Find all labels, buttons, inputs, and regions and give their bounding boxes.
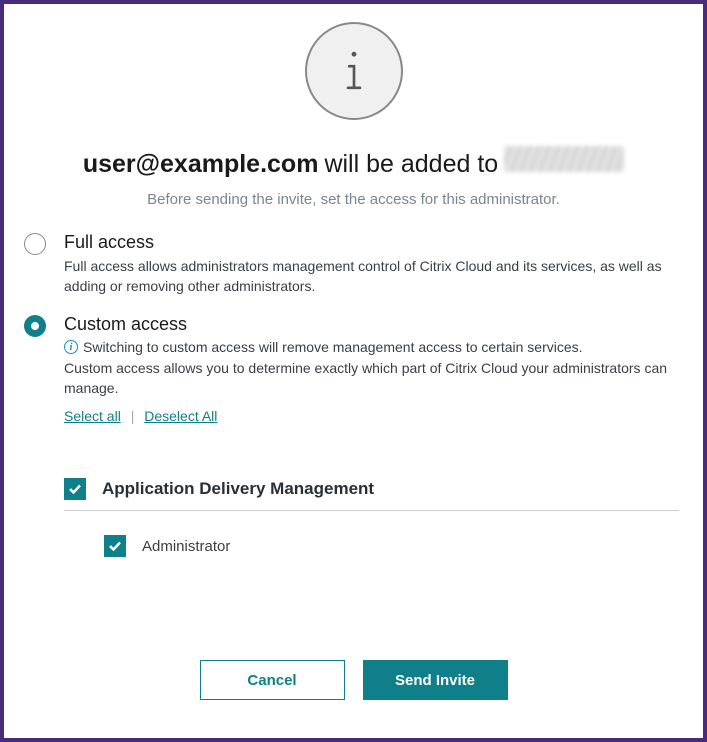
full-access-title: Full access (64, 232, 683, 253)
cancel-button[interactable]: Cancel (200, 660, 345, 700)
dialog-header: user@example.com will be added to Before… (24, 22, 683, 232)
heading: user@example.com will be added to (83, 146, 624, 179)
select-links: Select all | Deselect All (64, 408, 683, 424)
custom-access-desc: Custom access allows you to determine ex… (64, 359, 683, 398)
heading-email: user@example.com (83, 150, 319, 179)
deselect-all-link[interactable]: Deselect All (144, 408, 217, 424)
permissions-scroll-area[interactable]: Application Delivery Management Administ… (64, 460, 683, 640)
info-icon (305, 22, 403, 120)
custom-access-radio[interactable] (24, 315, 46, 337)
subheading: Before sending the invite, set the acces… (147, 191, 560, 208)
select-all-link[interactable]: Select all (64, 408, 121, 424)
full-access-option: Full access Full access allows administr… (24, 232, 683, 296)
dialog-footer: Cancel Send Invite (24, 660, 683, 710)
permission-section: Application Delivery Management (64, 460, 679, 511)
permission-child-label: Administrator (142, 538, 230, 555)
custom-access-warning-row: i Switching to custom access will remove… (64, 339, 683, 355)
permission-section-label: Application Delivery Management (102, 479, 374, 499)
info-icon-small: i (64, 340, 78, 354)
custom-access-option: Custom access i Switching to custom acce… (24, 314, 683, 424)
full-access-desc: Full access allows administrators manage… (64, 257, 683, 296)
heading-middle: will be added to (324, 150, 498, 179)
administrator-checkbox[interactable] (104, 535, 126, 557)
send-invite-button[interactable]: Send Invite (363, 660, 508, 700)
org-name-redacted (504, 146, 624, 172)
custom-access-title: Custom access (64, 314, 683, 335)
custom-access-warning: Switching to custom access will remove m… (83, 339, 583, 355)
adm-checkbox[interactable] (64, 478, 86, 500)
permission-child-row: Administrator (64, 519, 679, 573)
invite-admin-dialog: user@example.com will be added to Before… (0, 0, 707, 742)
full-access-radio[interactable] (24, 233, 46, 255)
